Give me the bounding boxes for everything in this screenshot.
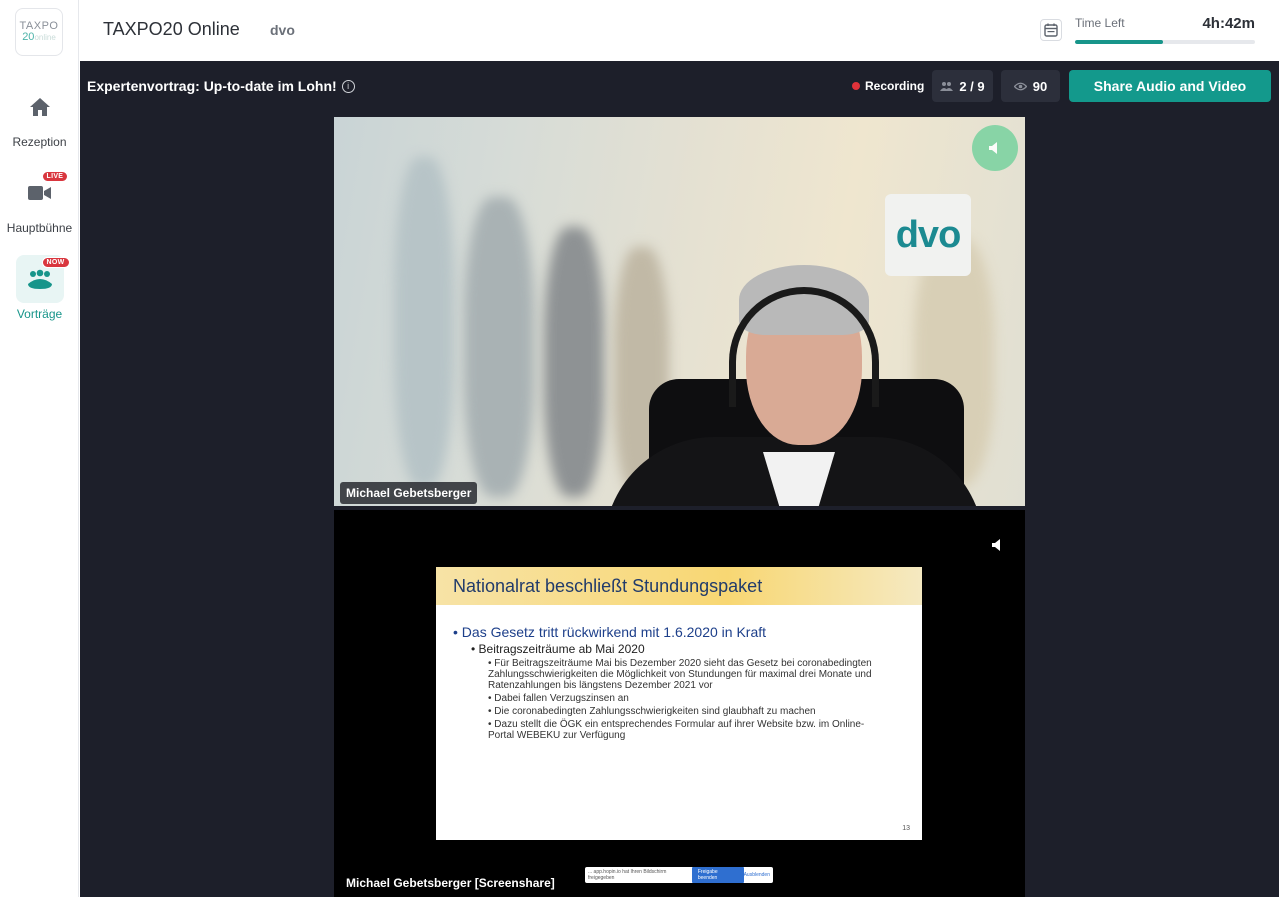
sidebar: TAXPO 20online Rezeption LIVE Hauptbühne…	[0, 0, 79, 897]
screenshare-volume-icon[interactable]	[974, 522, 1020, 568]
slide-number: 13	[902, 825, 910, 832]
slide-bullet: • Beitragszeiträume ab Mai 2020	[471, 642, 645, 656]
sidebar-item-hauptbuehne[interactable]: LIVE Hauptbühne	[0, 169, 79, 235]
screen-share-notice-text: ... app.hopin.io hat Ihren Bildschirm fr…	[588, 869, 667, 881]
sidebar-item-label: Vorträge	[16, 307, 63, 321]
session-stage: Expertenvortrag: Up-to-date im Lohn! i R…	[80, 61, 1279, 897]
slide-sub-bullet: • Dazu stellt die ÖGK ein entsprechendes…	[488, 719, 865, 741]
background-figure	[464, 197, 534, 497]
top-header: TAXPO20 Online dvo Time Left 4h:42m	[80, 0, 1279, 61]
event-logo[interactable]: TAXPO 20online	[15, 8, 63, 56]
viewers-count: 90	[1032, 78, 1048, 94]
sidebar-item-label: Rezeption	[12, 135, 67, 149]
calendar-icon[interactable]	[1040, 19, 1062, 41]
speaker-volume-icon[interactable]	[972, 125, 1018, 171]
hide-notice-button[interactable]: Ausblenden	[744, 872, 770, 878]
slide-title: Nationalrat beschließt Stundungspaket	[436, 567, 922, 605]
sidebar-item-vortraege[interactable]: NOW Vorträge	[0, 255, 79, 321]
video-camera-icon: LIVE	[16, 169, 69, 217]
speakers-count-badge[interactable]: 2 / 9	[932, 70, 993, 102]
screen-share-notice: ... app.hopin.io hat Ihren Bildschirm fr…	[585, 867, 773, 883]
share-audio-video-button[interactable]: Share Audio and Video	[1069, 70, 1271, 102]
sidebar-item-label: Hauptbühne	[6, 221, 73, 235]
logo-line2: 20online	[22, 31, 56, 43]
screenshare-name-tag: Michael Gebetsberger [Screenshare]	[346, 876, 555, 890]
viewers-count-badge[interactable]: 90	[1001, 70, 1060, 102]
stop-sharing-button[interactable]: Freigabe beenden	[691, 867, 744, 883]
slide-bullet: • Das Gesetz tritt rückwirkend mit 1.6.2…	[453, 624, 767, 640]
eye-icon	[1013, 82, 1027, 90]
slide-sub-bullet: • Für Beitragszeiträume Mai bis Dezember…	[488, 658, 872, 691]
speakers-count: 2 / 9	[959, 78, 985, 94]
event-title: TAXPO20 Online	[103, 19, 240, 39]
home-icon	[16, 83, 64, 131]
sidebar-item-rezeption[interactable]: Rezeption	[0, 83, 79, 149]
session-title-text: Expertenvortrag: Up-to-date im Lohn!	[87, 78, 337, 94]
recording-indicator: Recording	[852, 79, 924, 93]
time-left-value: 4h:42m	[1202, 15, 1255, 32]
recording-dot-icon	[852, 82, 860, 90]
background-figure	[394, 157, 454, 487]
background-figure	[544, 227, 604, 497]
presentation-slide: Nationalrat beschließt Stundungspaket • …	[436, 567, 922, 840]
time-left-progress-fill	[1075, 40, 1164, 44]
session-title: Expertenvortrag: Up-to-date im Lohn! i	[87, 78, 355, 94]
info-icon[interactable]: i	[341, 79, 355, 93]
now-badge: NOW	[41, 257, 70, 268]
dvo-sign: dvo	[885, 194, 971, 276]
time-left-progress	[1075, 40, 1255, 44]
live-badge: LIVE	[41, 171, 69, 182]
people-icon	[940, 82, 954, 91]
organizer-name[interactable]: dvo	[270, 22, 295, 38]
participant-name-tag: Michael Gebetsberger	[340, 482, 478, 504]
screenshare-video-tile[interactable]: Nationalrat beschließt Stundungspaket • …	[334, 510, 1025, 897]
audience-icon: NOW	[15, 255, 70, 303]
speaker-video-tile[interactable]: dvo Michael Gebetsberger	[334, 117, 1025, 506]
slide-sub-bullet: • Die coronabedingten Zahlungsschwierigk…	[488, 706, 816, 717]
recording-label: Recording	[865, 79, 925, 93]
time-left-label: Time Left	[1075, 16, 1125, 30]
slide-sub-bullet: • Dabei fallen Verzugszinsen an	[488, 693, 629, 704]
